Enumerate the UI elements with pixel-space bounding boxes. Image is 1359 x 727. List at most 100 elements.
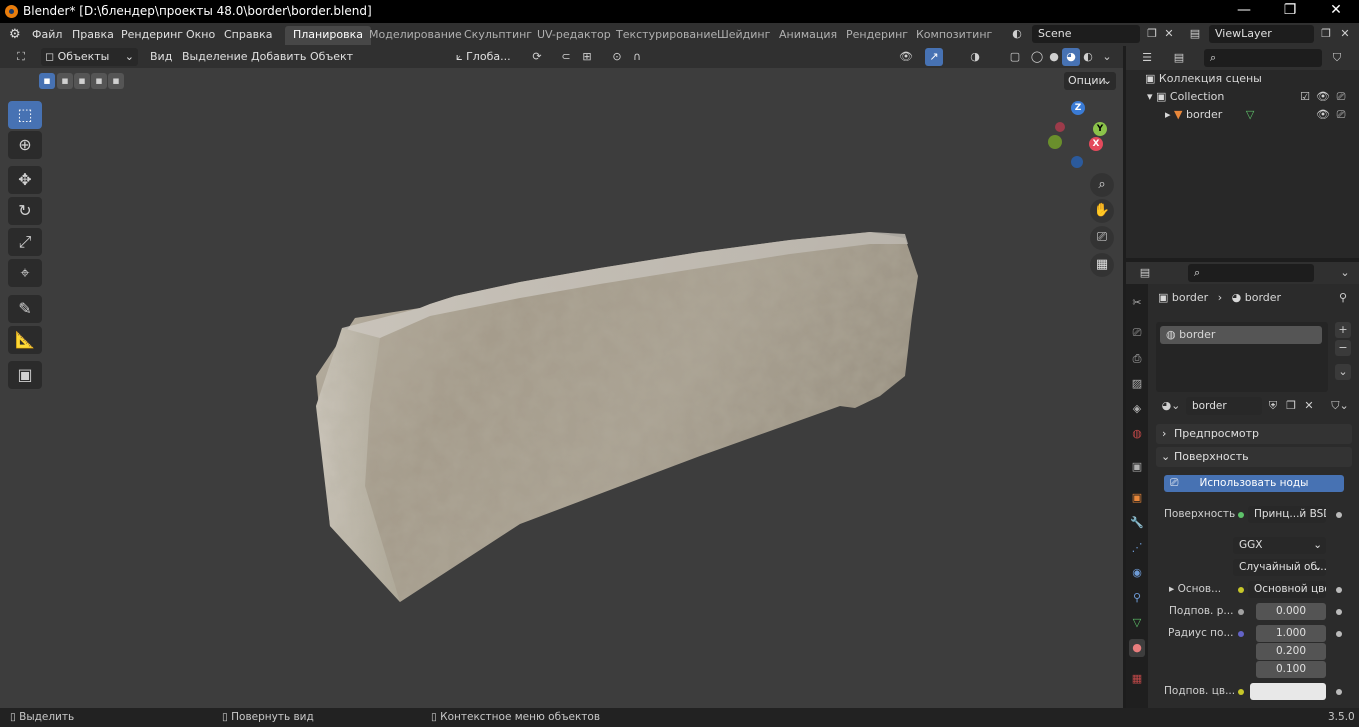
display-mode-icon[interactable]: ▤ [1170, 49, 1188, 67]
outliner-editor-type-icon[interactable]: ☰ [1138, 49, 1156, 67]
outliner-row-scene-collection[interactable]: ▣ Коллекция сцены [1145, 70, 1262, 88]
tab-particles-icon[interactable]: ⋰ [1129, 539, 1145, 557]
menu-add[interactable]: Добавить [251, 50, 306, 63]
tab-modifiers-wrench-icon[interactable]: 🔧 [1129, 514, 1145, 532]
gizmo-neg-x-axis[interactable] [1055, 122, 1065, 132]
tab-texture-icon[interactable]: ▦ [1129, 670, 1145, 688]
properties-editor-type-icon[interactable]: ▤ [1136, 264, 1154, 282]
transform-tool-icon[interactable]: ⌖ [8, 259, 42, 287]
view-layer-delete-icon[interactable]: ✕ [1336, 25, 1354, 43]
menu-select[interactable]: Выделение [182, 50, 248, 63]
shading-options-icon[interactable]: ⌄ [1098, 48, 1116, 66]
tab-layout[interactable]: Планировка [285, 26, 371, 45]
xray-icon[interactable]: ▢ [1006, 48, 1024, 66]
properties-search-input[interactable]: ⌕ [1188, 264, 1314, 282]
select-mode-intersect-icon[interactable]: ▪ [108, 73, 124, 89]
3d-viewport[interactable]: ⬚ ⊕ ✥ ↻ ⤢ ⌖ ✎ 📐 ▣ Z Y X ⌕ ✋ ⎚ ▦ [0, 46, 1123, 708]
distribution-dropdown[interactable]: GGX ⌄ [1233, 537, 1326, 554]
tab-uv-editing[interactable]: UV-редактор [529, 26, 619, 45]
measure-tool-icon[interactable]: 📐 [8, 326, 42, 354]
scene-new-icon[interactable]: ❐ [1143, 25, 1161, 43]
tab-object-icon[interactable]: ▣ [1129, 489, 1145, 507]
tab-constraints-icon[interactable]: ⚲ [1129, 589, 1145, 607]
cursor-tool-icon[interactable]: ⊕ [8, 131, 42, 159]
gizmo-y-axis[interactable]: Y [1093, 122, 1107, 136]
view-layer-new-icon[interactable]: ❐ [1317, 25, 1335, 43]
subsurface-value-field[interactable]: 0.000 [1256, 603, 1326, 620]
editor-type-icon[interactable]: ⛶ [12, 48, 30, 66]
duplicate-material-icon[interactable]: ❐ [1282, 397, 1300, 415]
keyframe-dot-icon[interactable] [1336, 689, 1342, 695]
camera-view-icon[interactable]: ⎚ [1090, 226, 1114, 250]
border-stone-mesh[interactable] [316, 232, 918, 602]
keyframe-dot-icon[interactable] [1336, 587, 1342, 593]
add-slot-button[interactable]: + [1335, 322, 1351, 338]
tab-animation[interactable]: Анимация [771, 26, 845, 45]
options-dropdown[interactable]: Опции ⌄ [1064, 72, 1116, 90]
tab-view-layer-icon[interactable]: ▨ [1129, 375, 1145, 393]
tab-scene-icon[interactable]: ◈ [1129, 400, 1145, 418]
mode-dropdown[interactable]: ◻ Объекты ⌄ [41, 48, 138, 66]
tab-output-icon[interactable]: ⎙ [1129, 350, 1145, 368]
pan-hand-icon[interactable]: ✋ [1090, 199, 1114, 223]
radius-y-field[interactable]: 0.200 [1256, 643, 1326, 660]
collection-exclude-checkbox[interactable]: ☑ [1297, 88, 1313, 106]
outliner-search-input[interactable]: ⌕ [1204, 49, 1322, 67]
view-layer-field[interactable]: ViewLayer [1209, 25, 1314, 43]
viewport-canvas[interactable] [0, 46, 1123, 708]
tab-shading[interactable]: Шейдинг [709, 26, 778, 45]
node-link-icon[interactable]: ⛉⌄ [1328, 397, 1352, 415]
collection-render-camera-icon[interactable]: ⎚ [1333, 88, 1349, 106]
material-browse-icon[interactable]: ◕⌄ [1158, 397, 1184, 415]
shading-rendered-icon[interactable]: ◐ [1079, 48, 1097, 66]
keyframe-dot-icon[interactable] [1336, 512, 1342, 518]
tab-collection-icon[interactable]: ▣ [1129, 458, 1145, 476]
gizmo-z-axis[interactable]: Z [1071, 101, 1085, 115]
transform-orientation-dropdown[interactable]: ⟀ Глоба... [452, 48, 522, 66]
subsurface-method-dropdown[interactable]: Случайный об... ⌄ [1233, 559, 1326, 576]
scene-delete-icon[interactable]: ✕ [1160, 25, 1178, 43]
outliner-row-collection[interactable]: ▾ ▣ Collection [1147, 88, 1224, 106]
use-nodes-button[interactable]: ⎚ Использовать ноды [1164, 475, 1344, 492]
radius-x-field[interactable]: 1.000 [1256, 625, 1326, 642]
scene-field[interactable]: Scene [1032, 25, 1140, 43]
keyframe-dot-icon[interactable] [1336, 609, 1342, 615]
blender-menu-icon[interactable]: ⚙ [9, 27, 21, 42]
tab-tool-icon[interactable]: ✂ [1129, 294, 1145, 312]
gizmo-x-axis[interactable]: X [1089, 137, 1103, 151]
menu-file[interactable]: Файл [32, 28, 62, 41]
scale-tool-icon[interactable]: ⤢ [8, 228, 42, 256]
gizmo-neg-y-axis[interactable] [1048, 135, 1062, 149]
remove-slot-button[interactable]: − [1335, 340, 1351, 356]
tab-physics-icon[interactable]: ◉ [1129, 564, 1145, 582]
tab-material-icon[interactable]: ● [1129, 639, 1145, 657]
scene-browse-icon[interactable]: ◐ [1008, 25, 1026, 43]
properties-options-icon[interactable]: ⌄ [1336, 264, 1354, 282]
view-layer-browse-icon[interactable]: ▤ [1186, 25, 1204, 43]
snap-target-icon[interactable]: ⊞ [578, 48, 596, 66]
object-visibility-eye-icon[interactable]: 👁 [1315, 106, 1331, 124]
tab-sculpting[interactable]: Скульптинг [456, 26, 540, 45]
close-window-button[interactable]: ✕ [1313, 0, 1359, 23]
menu-window[interactable]: Окно [186, 28, 215, 41]
menu-help[interactable]: Справка [224, 28, 272, 41]
radius-z-field[interactable]: 0.100 [1256, 661, 1326, 678]
shading-wireframe-icon[interactable]: ◯ [1028, 48, 1046, 66]
object-render-camera-icon[interactable]: ⎚ [1333, 106, 1349, 124]
overlays-icon[interactable]: ◑ [966, 48, 984, 66]
minimize-button[interactable]: — [1221, 0, 1267, 23]
tab-render-icon[interactable]: ⎚ [1129, 324, 1145, 342]
falloff-icon[interactable]: ∩ [628, 48, 646, 66]
pivot-point-icon[interactable]: ⟳ [528, 48, 546, 66]
unlink-material-icon[interactable]: ✕ [1300, 397, 1318, 415]
menu-edit[interactable]: Правка [72, 28, 114, 41]
perspective-grid-icon[interactable]: ▦ [1090, 253, 1114, 277]
shading-solid-icon[interactable]: ● [1045, 48, 1063, 66]
panel-preview[interactable]: › Предпросмотр [1156, 424, 1352, 444]
pin-icon[interactable]: ⚲ [1334, 289, 1352, 307]
select-mode-invert-icon[interactable]: ▪ [91, 73, 107, 89]
move-tool-icon[interactable]: ✥ [8, 166, 42, 194]
tab-compositing[interactable]: Композитинг [908, 26, 1000, 45]
rotate-tool-icon[interactable]: ↻ [8, 197, 42, 225]
snap-magnet-icon[interactable]: ⊂ [557, 48, 575, 66]
